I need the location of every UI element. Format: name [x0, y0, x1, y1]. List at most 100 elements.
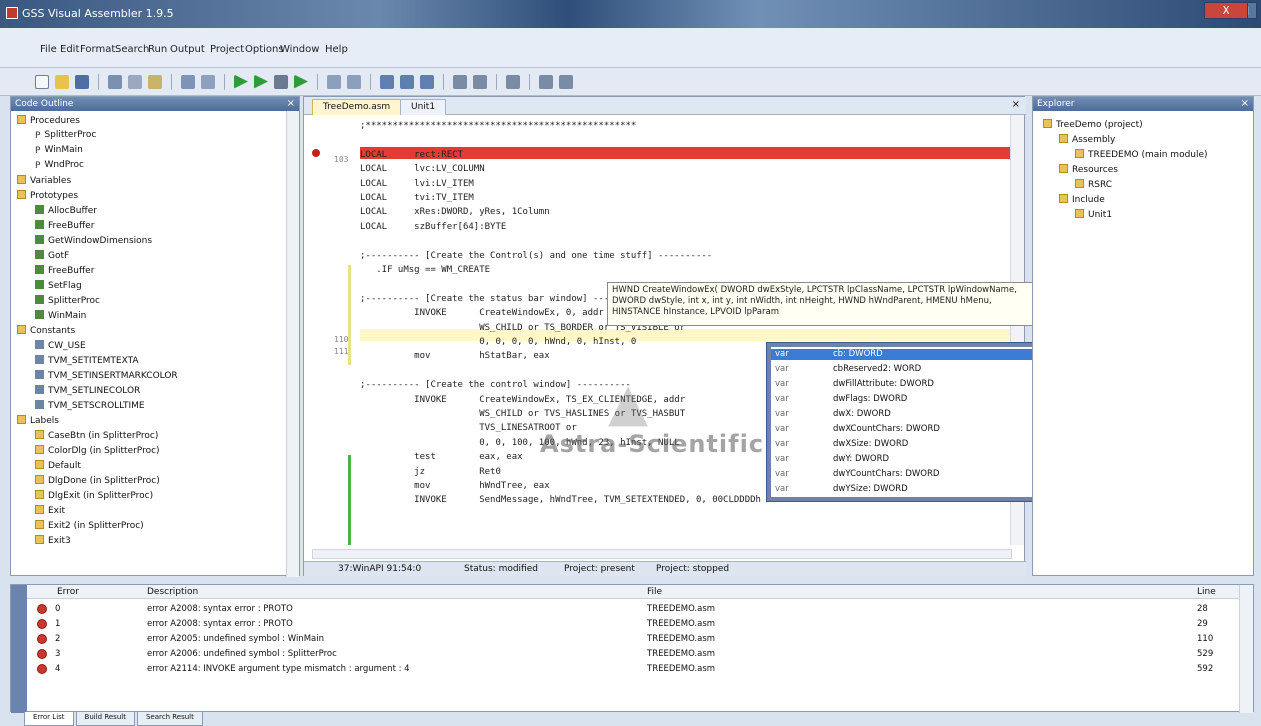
tree-item[interactable]: Procedures: [17, 115, 80, 126]
tree-item[interactable]: GotF: [35, 250, 69, 261]
explorer-item[interactable]: RSRC: [1075, 179, 1112, 190]
new-file-icon[interactable]: [35, 74, 49, 89]
tree-item[interactable]: Variables: [17, 175, 71, 186]
tree-item[interactable]: Prototypes: [17, 190, 78, 201]
tree-item[interactable]: P SplitterProc: [35, 130, 96, 141]
tab-unit1[interactable]: Unit1: [400, 99, 447, 115]
error-row[interactable]: 0 error A2008: syntax error : PROTO TREEDE…: [27, 603, 1239, 616]
menu-item-project[interactable]: Project: [210, 44, 244, 55]
redo-icon[interactable]: [473, 74, 487, 89]
tree-item[interactable]: CaseBtn (in SplitterProc): [35, 430, 158, 441]
tree-item[interactable]: P WndProc: [35, 160, 84, 171]
tree-item[interactable]: TVM_SETSCROLLTIME: [35, 400, 145, 411]
column-header[interactable]: Description: [147, 587, 198, 597]
align-icon[interactable]: [539, 74, 553, 89]
tab-search-result[interactable]: Search Result: [136, 712, 203, 726]
explorer-item[interactable]: Resources: [1059, 164, 1118, 175]
undo-icon[interactable]: [453, 74, 467, 89]
menu-item-search[interactable]: Search: [115, 44, 149, 55]
explorer-item[interactable]: Unit1: [1075, 209, 1112, 220]
menu-item-run[interactable]: Run: [148, 44, 167, 55]
run-icon[interactable]: [234, 74, 248, 89]
menu-item-format[interactable]: Format: [80, 44, 115, 55]
autocomplete-item[interactable]: var dwXCountChars: DWORD: [771, 424, 1069, 435]
error-row[interactable]: 2 error A2005: undefined symbol : WinMain…: [27, 633, 1239, 646]
autocomplete-item[interactable]: var cb: DWORD: [771, 349, 1069, 360]
autocomplete-item[interactable]: var dwXSize: DWORD: [771, 439, 1069, 450]
tree-item[interactable]: TVM_SETINSERTMARKCOLOR: [35, 370, 178, 381]
tree-item[interactable]: Labels: [17, 415, 59, 426]
open-folder-icon[interactable]: [55, 74, 69, 89]
autocomplete-item[interactable]: var cbReserved2: WORD: [771, 364, 1069, 375]
tree-item[interactable]: TVM_SETITEMTEXTA: [35, 355, 139, 366]
autocomplete-item[interactable]: var dwYSize: DWORD: [771, 484, 1069, 495]
autocomplete-item[interactable]: var dwYCountChars: DWORD: [771, 469, 1069, 480]
menu-item-output[interactable]: Output: [170, 44, 205, 55]
outdent-icon[interactable]: [347, 74, 361, 89]
autocomplete-item[interactable]: var dwY: DWORD: [771, 454, 1069, 465]
panel-close-icon[interactable]: ×: [287, 97, 295, 111]
tree-item[interactable]: WinMain: [35, 310, 86, 321]
close-button[interactable]: X: [1204, 2, 1248, 19]
tree-item[interactable]: DlgExit (in SplitterProc): [35, 490, 153, 501]
indent-icon[interactable]: [327, 74, 341, 89]
menu-item-help[interactable]: Help: [325, 44, 348, 55]
tree-item[interactable]: SplitterProc: [35, 295, 100, 306]
column-header[interactable]: Line: [1197, 587, 1216, 597]
tree-item[interactable]: SetFlag: [35, 280, 82, 291]
tree-item[interactable]: DlgDone (in SplitterProc): [35, 475, 160, 486]
column-header[interactable]: Error: [57, 587, 79, 597]
copy-icon[interactable]: [128, 74, 142, 89]
scrollbar[interactable]: [1239, 585, 1253, 713]
menu-item-file[interactable]: File: [40, 44, 57, 55]
tree-item[interactable]: P WinMain: [35, 145, 83, 156]
tree-item[interactable]: TVM_SETLINECOLOR: [35, 385, 140, 396]
compile-icon[interactable]: [201, 74, 215, 89]
menu-item-window[interactable]: Window: [280, 44, 319, 55]
scrollbar[interactable]: [286, 111, 299, 577]
panel-close-icon[interactable]: ×: [1241, 97, 1249, 111]
tree-item[interactable]: GetWindowDimensions: [35, 235, 152, 246]
autocomplete-item[interactable]: var dwFillAttribute: DWORD: [771, 379, 1069, 390]
cut-icon[interactable]: [108, 74, 122, 89]
tree-item[interactable]: Constants: [17, 325, 75, 336]
save-icon[interactable]: [75, 74, 89, 89]
tree-item[interactable]: AllocBuffer: [35, 205, 97, 216]
explorer-item[interactable]: Include: [1059, 194, 1105, 205]
horizontal-scrollbar[interactable]: [312, 549, 1012, 559]
column-header[interactable]: File: [647, 587, 662, 597]
goto-icon[interactable]: [420, 74, 434, 89]
tab-build-result[interactable]: Build Result: [75, 712, 135, 726]
replace-icon[interactable]: [400, 74, 414, 89]
tree-item[interactable]: Exit: [35, 505, 65, 516]
format-icon[interactable]: [559, 74, 573, 89]
paste-icon[interactable]: [148, 74, 162, 89]
tree-item[interactable]: FreeBuffer: [35, 220, 94, 231]
build-icon[interactable]: [181, 74, 195, 89]
error-row[interactable]: 1 error A2008: syntax error : PROTO TREEDE…: [27, 618, 1239, 631]
explorer-item[interactable]: TreeDemo (project): [1043, 119, 1143, 130]
debug-icon[interactable]: [254, 74, 268, 89]
breakpoint-icon[interactable]: [312, 149, 320, 157]
tree-item[interactable]: Exit3: [35, 535, 71, 546]
explorer-item[interactable]: TREEDEMO (main module): [1075, 149, 1208, 160]
tree-item[interactable]: ColorDlg (in SplitterProc): [35, 445, 160, 456]
tree-item[interactable]: CW_USE: [35, 340, 86, 351]
comment-icon[interactable]: [506, 74, 520, 89]
menu-item-edit[interactable]: Edit: [60, 44, 79, 55]
autocomplete-item[interactable]: var dwFlags: DWORD: [771, 394, 1069, 405]
menu-item-options[interactable]: Options: [245, 44, 284, 55]
explorer-item[interactable]: Assembly: [1059, 134, 1115, 145]
autocomplete-item[interactable]: var dwX: DWORD: [771, 409, 1069, 420]
step-icon[interactable]: [294, 74, 308, 89]
tree-item[interactable]: Default: [35, 460, 81, 471]
tab-treedemo[interactable]: TreeDemo.asm: [312, 99, 402, 115]
tab-error-list[interactable]: Error List: [24, 712, 74, 726]
find-icon[interactable]: [380, 74, 394, 89]
error-row[interactable]: 4 error A2114: INVOKE argument type misma…: [27, 663, 1239, 676]
tree-item[interactable]: FreeBuffer: [35, 265, 94, 276]
tree-item[interactable]: Exit2 (in SplitterProc): [35, 520, 144, 531]
tab-close-icon[interactable]: ×: [1012, 99, 1020, 110]
stop-icon[interactable]: [274, 74, 288, 89]
error-row[interactable]: 3 error A2006: undefined symbol : Splitte…: [27, 648, 1239, 661]
